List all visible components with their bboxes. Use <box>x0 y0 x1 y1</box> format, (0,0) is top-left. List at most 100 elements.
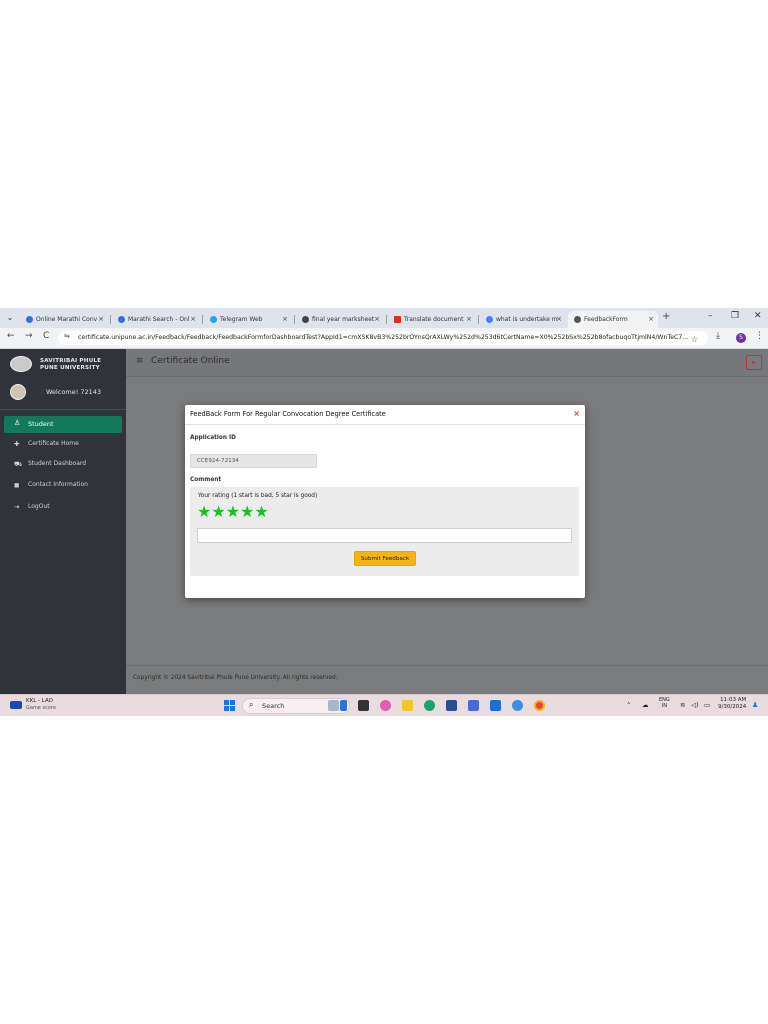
tab-label: Telegram Web <box>220 316 263 323</box>
chrome-icon[interactable] <box>534 700 545 711</box>
notification-bell-icon[interactable]: ♟ <box>752 701 758 709</box>
minimize-button[interactable]: – <box>708 311 713 321</box>
tab-label: Online Marathi Conv <box>36 316 98 323</box>
tab-divider <box>294 315 295 324</box>
profile-avatar[interactable]: S <box>736 333 746 343</box>
bookmark-star-icon[interactable]: ☆ <box>691 332 698 348</box>
browser-tab[interactable]: Online Marathi Conv × <box>20 311 108 328</box>
sidebar-item-label: Certificate Home <box>28 440 79 447</box>
rating-star-icon[interactable]: ★ <box>197 504 211 520</box>
linkedin-icon[interactable] <box>490 700 501 711</box>
avatar <box>10 384 26 400</box>
browser-tab[interactable]: what is undertake m × <box>480 311 566 328</box>
feedback-modal: FeedBack Form For Regular Convocation De… <box>185 405 585 598</box>
sidebar-item-label: Student Dashboard <box>28 460 87 467</box>
system-clock[interactable]: 11:03 AM 9/30/2024 <box>718 697 746 711</box>
modal-header: FeedBack Form For Regular Convocation De… <box>185 405 585 425</box>
onedrive-icon[interactable]: ☁ <box>642 701 649 709</box>
score-icon <box>10 701 22 709</box>
reload-button[interactable]: C <box>43 331 49 341</box>
rating-star-icon[interactable]: ★ <box>226 504 240 520</box>
brand-line1: SAVITRIBAI PHULE <box>40 358 102 364</box>
tab-divider <box>202 315 203 324</box>
back-button[interactable]: ← <box>7 331 15 341</box>
url-text[interactable]: certificate.unipune.ac.in/Feedback/Feedb… <box>78 331 698 345</box>
browser-menu-icon[interactable]: ⋮ <box>755 331 764 341</box>
show-hidden-icons-icon[interactable]: ⌃ <box>626 701 631 709</box>
submit-feedback-button[interactable]: Submit Feedback <box>354 551 416 566</box>
address-bar[interactable]: ⇋ certificate.unipune.ac.in/Feedback/Fee… <box>58 331 708 345</box>
dashboard-icon: ⛟ <box>14 460 23 468</box>
rating-instructions: Your rating (1 start is bad, 5 star is g… <box>198 493 318 499</box>
web-page: SAVITRIBAI PHULE PUNE UNIVERSITY Welcome… <box>0 349 768 694</box>
university-brand: SAVITRIBAI PHULE PUNE UNIVERSITY <box>10 356 120 372</box>
copilot-icon[interactable] <box>380 700 391 711</box>
forward-button[interactable]: → <box>25 331 33 341</box>
start-windows-icon[interactable] <box>224 700 236 712</box>
copyright-text: Copyright © 2024 Savitribai Phule Pune U… <box>133 675 338 681</box>
tab-divider <box>110 315 111 324</box>
browser-tab[interactable]: Marathi Search - Onl × <box>112 311 200 328</box>
comment-input[interactable] <box>197 528 572 543</box>
wifi-icon[interactable]: ≋ <box>680 701 685 709</box>
home-icon: ✚ <box>14 440 20 448</box>
tab-close-icon[interactable]: × <box>190 311 196 328</box>
battery-icon[interactable]: ▭ <box>704 701 710 709</box>
edge-browser-icon[interactable] <box>424 700 435 711</box>
sidebar-divider <box>0 409 126 410</box>
task-view-icon[interactable] <box>358 700 369 711</box>
search-highlight-icon[interactable] <box>328 700 339 711</box>
telegram-icon <box>210 316 217 323</box>
tab-close-icon[interactable]: × <box>466 311 472 328</box>
rating-star-icon[interactable]: ★ <box>211 504 225 520</box>
rating-panel: Your rating (1 start is bad, 5 star is g… <box>190 487 579 576</box>
menu-toggle-icon[interactable]: ≡ <box>136 356 144 366</box>
exit-button[interactable]: ⇤ <box>746 355 762 370</box>
new-tab-button[interactable]: + <box>662 311 670 322</box>
tab-search-menu-icon[interactable]: ⌄ <box>4 312 16 324</box>
tab-close-icon[interactable]: × <box>98 311 104 328</box>
restore-button[interactable]: ❐ <box>731 311 739 321</box>
tab-close-icon[interactable]: × <box>556 311 562 328</box>
application-id-field: CCE924-72134 <box>190 454 317 468</box>
sidebar-item-student[interactable]: ♙ Student <box>4 416 122 433</box>
input-language[interactable]: ENG IN <box>659 697 670 709</box>
messenger-icon[interactable] <box>512 700 523 711</box>
rating-star-icon[interactable]: ★ <box>254 504 268 520</box>
download-icon[interactable]: ⤓ <box>716 331 720 341</box>
browser-tab[interactable]: Translate document × <box>388 311 476 328</box>
sidebar-item-label: Student <box>28 420 54 428</box>
sidebar-item-label: Contact Information <box>28 481 88 488</box>
tab-close-icon[interactable]: × <box>374 311 380 328</box>
tab-close-icon[interactable]: × <box>648 311 654 328</box>
close-icon[interactable]: × <box>573 409 580 418</box>
browser-tab[interactable]: final year marksheet × <box>296 311 384 328</box>
globe-icon <box>302 316 309 323</box>
volume-icon[interactable]: ◁) <box>691 701 699 709</box>
university-logo <box>10 356 32 372</box>
rating-star-icon[interactable]: ★ <box>240 504 254 520</box>
close-window-button[interactable]: ✕ <box>754 311 762 321</box>
site-favicon-icon <box>574 316 581 323</box>
file-explorer-icon[interactable] <box>402 700 413 711</box>
comment-label: Comment <box>190 477 222 483</box>
search-icon: ⌕ <box>249 700 254 709</box>
store-icon[interactable] <box>446 700 457 711</box>
copilot-side-icon[interactable] <box>340 700 347 711</box>
site-info-icon[interactable]: ⇋ <box>64 332 70 340</box>
modal-title: FeedBack Form For Regular Convocation De… <box>190 410 386 418</box>
sidebar: SAVITRIBAI PHULE PUNE UNIVERSITY Welcome… <box>0 349 126 694</box>
site-favicon-icon <box>118 316 125 323</box>
google-icon <box>486 316 493 323</box>
browser-tab[interactable]: Telegram Web × <box>204 311 292 328</box>
widget-line1: KKL - LAD <box>26 698 53 704</box>
tab-label: FeedbackForm <box>584 316 628 323</box>
teams-icon[interactable] <box>468 700 479 711</box>
star-rating[interactable]: ★★★★★ <box>197 502 269 520</box>
tab-close-icon[interactable]: × <box>282 311 288 328</box>
search-label: Search <box>262 702 285 710</box>
welcome-text: Welcome! 72143 <box>46 388 102 396</box>
tab-label: Translate document <box>404 316 464 323</box>
lang-line2: IN <box>661 703 667 709</box>
browser-tab-active[interactable]: FeedbackForm × <box>568 311 658 328</box>
